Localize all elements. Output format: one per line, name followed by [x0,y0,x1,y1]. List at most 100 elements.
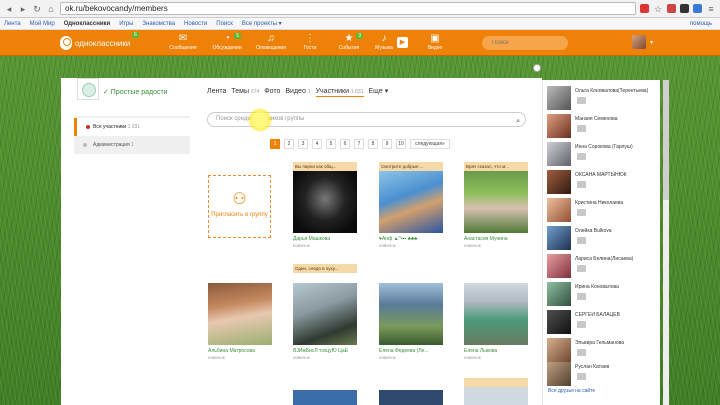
friend-item[interactable]: Манзия Семенова [547,114,659,138]
member-photo[interactable] [464,283,528,345]
member-photo[interactable] [293,390,357,405]
member-caption[interactable]: Смотрите добрые ... [379,162,443,171]
tab-more[interactable]: Еще ▾ [369,87,389,95]
member-photo[interactable] [464,171,528,233]
friend-photo[interactable] [547,114,571,138]
friend-item[interactable]: Олейка Bulkova [547,226,659,250]
friend-name[interactable]: ОКСАНА МАРТЫНЮК [575,172,659,178]
nav-events[interactable]: ★ События 3 [329,33,369,51]
tab-photos[interactable]: Фото [264,88,280,95]
member-name[interactable]: ВЈЙжБисЛ тэхцуЮ ЦаЕ [293,348,357,354]
message-icon[interactable] [577,373,586,380]
group-name[interactable]: ✓ Простые радости [103,88,168,96]
nav-notifications[interactable]: ♫ Оповещения [251,33,291,51]
message-icon[interactable] [577,97,586,104]
header-search-input[interactable] [482,36,568,50]
extension-icon[interactable] [640,4,649,13]
nav-discussions[interactable]: ◔ Обсуждения 5 [207,33,247,51]
friend-name[interactable]: Лариса Белина(Лисаева) [575,256,659,262]
nav-messages[interactable]: ✉ Сообщения [163,33,203,51]
page-button[interactable]: 7 [354,139,364,149]
member-photo[interactable] [379,171,443,233]
member-photo[interactable] [208,283,272,345]
portal-link[interactable]: Мой Мир [30,21,55,27]
friend-item[interactable]: СЕРГЕЙ БАЛАЦЕВ [547,310,659,334]
invite-to-group-button[interactable]: ⚇ Пригласить в группу [208,175,271,238]
member-name[interactable]: ♥Анф ▲^▪▪▪ ♣♣♣ [379,236,443,242]
play-icon[interactable]: ▶ [397,37,408,48]
tab-video[interactable]: Видео 1 [285,88,310,95]
page-button[interactable]: 10 [396,139,406,149]
tab-topics[interactable]: Темы 674 [231,88,259,95]
friend-photo[interactable] [547,362,571,386]
friend-name[interactable]: Ирина Коновалова [575,284,659,290]
page-button[interactable]: 3 [298,139,308,149]
friend-photo[interactable] [547,254,571,278]
member-photo[interactable] [379,390,443,405]
page-button[interactable]: 6 [340,139,350,149]
friend-name[interactable]: Эльвира Гельманова [575,340,659,346]
back-icon[interactable]: ◂ [4,4,14,14]
member-photo[interactable] [464,378,528,405]
all-friends-link[interactable]: Все друзья на сайте [548,388,595,394]
home-icon[interactable]: ⌂ [46,4,56,14]
member-caption[interactable]: Врач сказал, что м... [464,162,528,171]
friend-name[interactable]: Руслан Катаев [575,364,659,370]
extension-icon[interactable] [667,4,676,13]
friend-item[interactable]: Ирина Коновалова [547,282,659,306]
member-name[interactable]: Елена Федеева (Ле... [379,348,443,354]
friend-name[interactable]: Олейка Bulkova [575,228,659,234]
portal-link[interactable]: Поиск [216,21,233,27]
group-logo[interactable] [77,78,99,100]
address-bar[interactable]: ok.ru/bekovocandy/members [60,2,636,15]
portal-link[interactable]: Игры [119,21,133,27]
scrollbar-thumb[interactable] [663,80,669,200]
extension-icon[interactable] [680,4,689,13]
chat-icon[interactable] [533,64,541,72]
member-name[interactable]: Дарья Машкова [293,236,357,242]
friend-item[interactable]: ОКСАНА МАРТЫНЮК [547,170,659,194]
member-photo[interactable] [293,283,357,345]
scrollbar[interactable] [663,80,669,405]
page-button[interactable]: 2 [284,139,294,149]
search-icon[interactable]: ⌕ [516,115,520,128]
friend-item[interactable]: Эльвира Гельманова [547,338,659,362]
menu-all-members[interactable]: Все участники 1 031 [74,118,190,136]
message-icon[interactable] [577,265,586,272]
help-link[interactable]: помощь [690,21,712,27]
friend-name[interactable]: СЕРГЕЙ БАЛАЦЕВ [575,312,659,318]
portal-link[interactable]: Знакомства [142,21,175,27]
portal-link[interactable]: Новости [184,21,207,27]
page-button[interactable]: 9 [382,139,392,149]
message-icon[interactable] [577,181,586,188]
friend-name[interactable]: Кристина Николаева [575,200,659,206]
portal-link[interactable]: Все проекты ▾ [242,20,282,27]
avatar[interactable] [632,35,646,49]
member-name[interactable]: Альбина Матросова [208,348,272,354]
member-photo[interactable] [293,171,357,233]
friend-item[interactable]: Ольга Коновалова(Терентьева) [547,86,659,110]
chevron-down-icon[interactable]: ▾ [650,39,653,46]
tab-feed[interactable]: Лента [207,88,226,95]
member-caption[interactable]: Один, следя в пуху... [293,264,357,273]
page-button[interactable]: 4 [312,139,322,149]
page-button[interactable]: 8 [368,139,378,149]
message-icon[interactable] [577,321,586,328]
page-button[interactable]: 1 [270,139,280,149]
friend-item[interactable]: Руслан Катаев [547,362,659,386]
friend-item[interactable]: Лариса Белина(Лисаева) [547,254,659,278]
ok-logo[interactable]: одноклассники 6 [60,32,139,50]
friend-photo[interactable] [547,86,571,110]
extension-icon[interactable] [693,4,702,13]
forward-icon[interactable]: ▸ [18,4,28,14]
message-icon[interactable] [577,209,586,216]
friend-photo[interactable] [547,170,571,194]
message-icon[interactable] [577,125,586,132]
nav-guests[interactable]: ⋮ Гости [290,33,330,51]
member-name[interactable]: Елена Лыкова [464,348,528,354]
message-icon[interactable] [577,349,586,356]
message-icon[interactable] [577,153,586,160]
portal-link[interactable]: Лента [4,21,21,27]
friend-photo[interactable] [547,310,571,334]
friend-name[interactable]: Инна Сорокова (Гарлуш) [575,144,659,150]
